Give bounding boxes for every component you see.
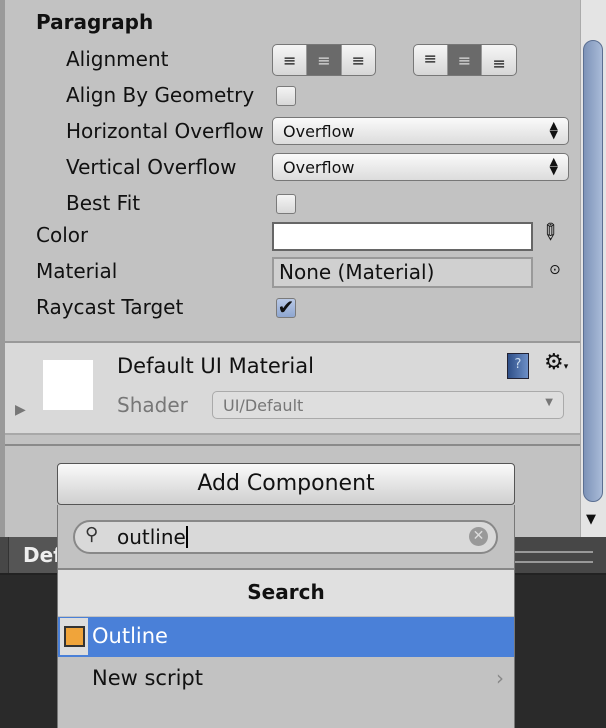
- search-header: Search: [58, 568, 514, 616]
- scroll-down-arrow-icon[interactable]: ▼: [586, 512, 596, 527]
- object-picker-icon[interactable]: ⊙: [549, 262, 561, 278]
- align-by-geometry-checkbox[interactable]: [276, 86, 296, 106]
- alignment-label: Alignment: [66, 47, 169, 71]
- best-fit-label: Best Fit: [66, 191, 141, 215]
- best-fit-checkbox[interactable]: [276, 194, 296, 214]
- search-field[interactable]: ⚲ outline ✕: [73, 520, 498, 554]
- color-label: Color: [36, 223, 89, 247]
- material-name: Default UI Material: [117, 354, 314, 378]
- shader-value: UI/Default: [223, 396, 304, 415]
- gear-icon[interactable]: ⚙▾: [544, 350, 568, 375]
- panel-menu-icon[interactable]: [515, 551, 593, 563]
- shader-select[interactable]: UI/Default ▼: [212, 391, 564, 419]
- horizontal-overflow-value: Overflow: [283, 122, 355, 141]
- material-preview: [43, 360, 93, 410]
- shader-label: Shader: [117, 393, 188, 417]
- search-result-outline[interactable]: Outline: [58, 617, 514, 657]
- horizontal-alignment-group: ≡ ≡ ≡: [272, 44, 376, 76]
- divider: [5, 444, 580, 446]
- align-right-button[interactable]: ≡: [342, 45, 375, 75]
- left-border: [0, 0, 5, 540]
- scrollbar-thumb[interactable]: [583, 40, 603, 502]
- search-icon: ⚲: [85, 524, 99, 545]
- scrollbar[interactable]: ▼: [580, 0, 606, 537]
- align-middle-button[interactable]: ≡: [447, 45, 483, 75]
- color-field[interactable]: [272, 222, 533, 251]
- align-left-button[interactable]: ≡: [273, 45, 308, 75]
- material-field[interactable]: None (Material): [272, 257, 533, 288]
- search-result-label: Outline: [92, 624, 168, 648]
- vertical-overflow-value: Overflow: [283, 158, 355, 177]
- chevron-right-icon: ›: [496, 666, 504, 690]
- search-input[interactable]: outline: [117, 526, 188, 548]
- align-by-geometry-label: Align By Geometry: [66, 83, 255, 107]
- help-book-icon[interactable]: ?: [507, 353, 529, 379]
- eyedropper-icon[interactable]: ✎: [534, 217, 565, 248]
- foldout-arrow-icon[interactable]: ▶: [15, 402, 26, 418]
- vertical-overflow-select[interactable]: Overflow ▲ ▼: [272, 153, 569, 181]
- vertical-overflow-label: Vertical Overflow: [66, 155, 237, 179]
- updown-arrow-icon: ▲ ▼: [549, 119, 558, 141]
- raycast-target-checkbox[interactable]: ✔: [276, 297, 296, 318]
- new-script-label: New script: [92, 666, 203, 690]
- align-bottom-button[interactable]: ≡: [482, 45, 516, 75]
- vertical-alignment-group: ≡ ≡ ≡: [413, 44, 517, 76]
- horizontal-overflow-label: Horizontal Overflow: [66, 119, 264, 143]
- align-center-button[interactable]: ≡: [307, 45, 342, 75]
- script-icon: [60, 618, 88, 655]
- new-script-item[interactable]: New script ›: [58, 658, 514, 700]
- dropdown-arrow-icon: ▼: [545, 397, 553, 408]
- align-top-button[interactable]: ≡: [414, 45, 448, 75]
- raycast-target-label: Raycast Target: [36, 295, 184, 319]
- horizontal-overflow-select[interactable]: Overflow ▲ ▼: [272, 117, 569, 145]
- material-label: Material: [36, 259, 118, 283]
- clear-search-icon[interactable]: ✕: [469, 527, 488, 546]
- updown-arrow-icon: ▲ ▼: [549, 155, 558, 177]
- add-component-dropdown: ⚲ outline ✕ Search Outline New script ›: [57, 505, 515, 728]
- paragraph-heading: Paragraph: [36, 10, 154, 34]
- add-component-button[interactable]: Add Component: [57, 463, 515, 505]
